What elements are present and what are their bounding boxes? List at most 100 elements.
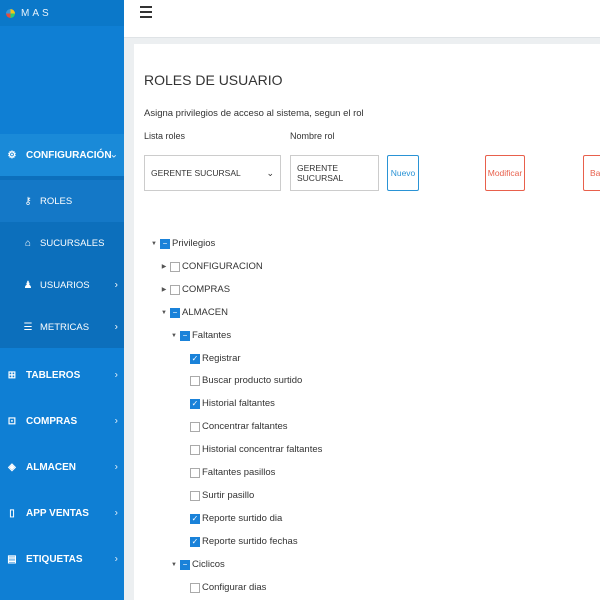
sidebar-subitem-roles[interactable]: ⚷ ROLES: [0, 180, 124, 222]
key-icon: ⚷: [24, 195, 32, 207]
roles-panel: ROLES DE USUARIO Asigna privilegios de a…: [134, 44, 600, 600]
tree-checkbox[interactable]: [170, 284, 180, 295]
tree-node: ▶ CONFIGURACION: [160, 260, 263, 274]
chevron-right-icon: ›: [114, 369, 118, 381]
tree-checkbox[interactable]: ✓: [190, 513, 200, 524]
sidebar-nav: ⊞ TABLEROS › ⊡ COMPRAS › ◈ ALMACEN › ▯ APP VENTAS ›…: [0, 348, 124, 582]
tree-node-label: Reporte surtido fechas: [202, 535, 298, 547]
config-submenu: ⚷ ROLES ⌂ SUCURSALES ♟ USUARIOS › ☰ METRICAS ›: [0, 176, 124, 348]
sidebar-item-etiquetas[interactable]: ▤ ETIQUETAS ›: [0, 536, 124, 582]
sidebar-item-compras[interactable]: ⊡ COMPRAS ›: [0, 398, 124, 444]
tree-node-label: Ciclicos: [192, 558, 225, 570]
topbar: [124, 0, 600, 38]
chevron-right-icon: ›: [114, 553, 118, 565]
tree-node: ▼ − Ciclicos: [170, 558, 225, 572]
tree-checkbox[interactable]: [190, 468, 200, 478]
brand-name: MAS: [21, 7, 52, 19]
tree-node: ▶ COMPRAS: [160, 283, 230, 297]
tree-checkbox[interactable]: ✓: [190, 536, 200, 547]
sidebar-subitem-usuarios[interactable]: ♟ USUARIOS ›: [0, 264, 124, 306]
tree-checkbox[interactable]: [190, 445, 200, 456]
tree-node: ▶Configurar dias: [180, 581, 266, 595]
list-icon: ☰: [23, 321, 33, 333]
tree-checkbox[interactable]: [190, 422, 200, 433]
tree-checkbox[interactable]: ✓: [190, 353, 200, 364]
tag-icon: ▤: [7, 553, 17, 565]
tree-node: ▼ − Faltantes: [170, 329, 231, 343]
tree-node-label: COMPRAS: [182, 283, 231, 295]
sidebar-item-tableros[interactable]: ⊞ TABLEROS ›: [0, 352, 124, 398]
role-select-value: GERENTE SUCURSAL: [151, 168, 241, 178]
sidebar-subitem-label: USUARIOS: [40, 279, 90, 291]
windows-icon: ⊞: [7, 369, 17, 381]
role-name-input[interactable]: GERENTE SUCURSAL: [290, 155, 379, 191]
sidebar-subitem-metricas[interactable]: ☰ METRICAS ›: [0, 306, 124, 348]
tree-node-label: Buscar producto surtido: [202, 375, 303, 387]
modificar-button[interactable]: Modificar: [485, 155, 525, 191]
baja-button[interactable]: Baja: [583, 155, 600, 191]
caret-right-icon[interactable]: ▶: [160, 263, 168, 270]
tree-checkbox[interactable]: −: [180, 559, 190, 570]
tree-checkbox[interactable]: [190, 490, 200, 501]
caret-down-icon[interactable]: ▼: [170, 562, 178, 568]
tree-node-label: Reporte surtido dia: [202, 512, 283, 524]
chevron-down-icon: ⌄: [266, 167, 274, 178]
home-icon: ⌂: [24, 237, 32, 249]
tree-checkbox[interactable]: −: [160, 239, 170, 249]
tree-node: ▼ − ALMACEN: [160, 306, 228, 320]
role-name-value: GERENTE SUCURSAL: [297, 163, 344, 183]
tree-checkbox[interactable]: [190, 376, 200, 387]
tree-node-label: Historial concentrar faltantes: [202, 444, 323, 456]
lista-roles-label: Lista roles: [144, 131, 186, 141]
chevron-right-icon: ›: [114, 461, 118, 473]
sidebar-item-label: TABLEROS: [26, 369, 81, 381]
sidebar-subitem-label: METRICAS: [40, 321, 90, 333]
sidebar-item-app-ventas[interactable]: ▯ APP VENTAS ›: [0, 490, 124, 536]
sidebar-item-configuracion[interactable]: ⚙ CONFIGURACIÓN ⌄: [0, 134, 124, 176]
nombre-rol-label: Nombre rol: [290, 131, 335, 141]
sidebar-subitem-label: SUCURSALES: [40, 237, 105, 249]
tree-checkbox[interactable]: −: [180, 330, 190, 341]
caret-down-icon[interactable]: ▼: [160, 310, 168, 316]
page-title: ROLES DE USUARIO: [144, 72, 283, 88]
tree-node: ▶Concentrar faltantes: [180, 420, 288, 434]
tree-node: ▶✓Registrar: [180, 352, 241, 366]
sidebar-item-label: APP VENTAS: [26, 507, 89, 519]
sidebar-subitem-label: ROLES: [40, 195, 73, 207]
chevron-right-icon: ›: [114, 321, 118, 333]
tree-node: ▶Buscar producto surtido: [180, 374, 302, 388]
sidebar-item-label: COMPRAS: [26, 415, 78, 427]
sidebar-item-label: ALMACEN: [26, 461, 76, 473]
user-icon: ♟: [23, 279, 33, 291]
logo-icon: [6, 8, 15, 18]
mobile-icon: ▯: [9, 507, 15, 519]
caret-down-icon[interactable]: ▼: [150, 241, 158, 247]
tree-node: ▶✓Reporte surtido fechas: [180, 535, 298, 549]
tree-node-label: Faltantes: [192, 329, 232, 341]
chevron-right-icon: ›: [114, 507, 118, 519]
tree-node-label: ALMACEN: [182, 306, 228, 318]
hamburger-menu-icon[interactable]: [140, 6, 152, 18]
chevron-right-icon: ›: [114, 279, 118, 291]
tree-node-label: Registrar: [202, 352, 241, 364]
tree-node: ▶✓Historial faltantes: [180, 397, 275, 411]
caret-down-icon[interactable]: ▼: [170, 333, 178, 339]
tree-node-label: Historial faltantes: [202, 398, 275, 410]
page-description: Asigna privilegios de acceso al sistema,…: [144, 108, 364, 119]
tree-checkbox[interactable]: ✓: [190, 399, 200, 410]
chevron-right-icon: ›: [114, 415, 118, 427]
tree-node-label: CONFIGURACION: [182, 260, 263, 272]
tree-checkbox[interactable]: [190, 582, 200, 593]
role-select[interactable]: GERENTE SUCURSAL ⌄: [144, 155, 281, 191]
sidebar-item-almacen[interactable]: ◈ ALMACEN ›: [0, 444, 124, 490]
tree-checkbox[interactable]: −: [170, 307, 180, 318]
tree-checkbox[interactable]: [170, 261, 180, 272]
tree-node: ▼ − Privilegios: [150, 237, 215, 251]
gear-icon: ⚙: [7, 149, 17, 161]
brand: MAS: [0, 0, 124, 26]
sidebar-subitem-sucursales[interactable]: ⌂ SUCURSALES: [0, 222, 124, 264]
caret-right-icon[interactable]: ▶: [160, 286, 168, 293]
tree-node: ▶Faltantes pasillos: [180, 466, 275, 480]
tree-node-label: Concentrar faltantes: [202, 421, 288, 433]
nuevo-button[interactable]: Nuevo: [387, 155, 419, 191]
